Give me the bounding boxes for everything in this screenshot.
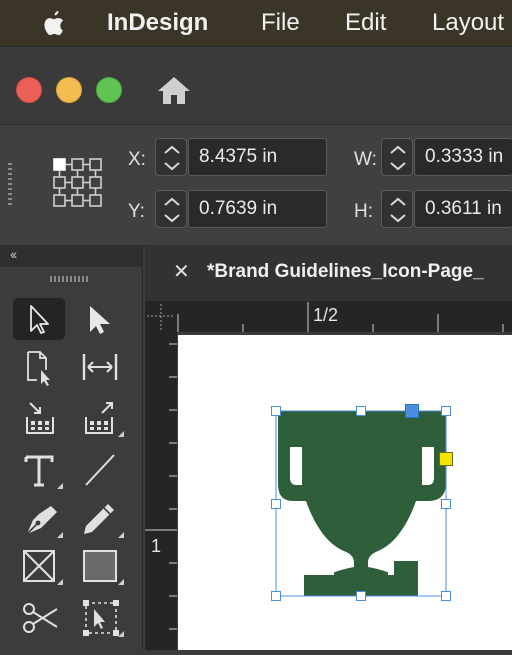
y-label: Y: [128, 201, 145, 222]
pencil-tool[interactable] [74, 498, 126, 540]
x-field[interactable]: 8.4375 in [188, 138, 327, 176]
tools-grip[interactable] [50, 276, 88, 282]
pen-tool[interactable] [13, 498, 65, 540]
handle-middle-left[interactable] [271, 499, 281, 509]
out-port-handle[interactable] [439, 452, 453, 466]
handle-bottom-center[interactable] [356, 591, 366, 601]
h-label: H: [354, 201, 373, 222]
gap-tool-icon [82, 354, 118, 380]
content-placer-tool[interactable] [74, 397, 126, 439]
tool-submenu-indicator [118, 579, 124, 585]
type-tool[interactable] [13, 449, 65, 491]
zoom-window-button[interactable] [96, 77, 122, 103]
y-stepper[interactable] [155, 190, 187, 228]
scissors-icon [23, 603, 58, 633]
direct-selection-arrow-icon [90, 306, 110, 334]
page-tool-icon [27, 351, 50, 386]
vertical-ruler-ticks [145, 343, 177, 630]
control-panel: X: 8.4375 in Y: 0.7639 in W: 0.3333 in H… [0, 124, 512, 246]
menu-edit[interactable]: Edit [345, 0, 386, 46]
content-collector-icon [26, 402, 54, 434]
tools-panel-header: ‹‹ [0, 245, 142, 267]
minimize-window-button[interactable] [56, 77, 82, 103]
y-field[interactable]: 0.7639 in [188, 190, 327, 228]
tool-submenu-indicator [57, 483, 63, 489]
h-stepper[interactable] [381, 190, 413, 228]
trophy-icon[interactable] [178, 335, 512, 650]
tool-submenu-indicator [118, 631, 124, 637]
tool-submenu-indicator [57, 532, 63, 538]
handle-top-right[interactable] [441, 406, 451, 416]
rectangle-tool[interactable] [74, 545, 126, 587]
line-tool-icon [85, 454, 115, 486]
handle-top-center[interactable] [356, 406, 366, 416]
w-label: W: [354, 149, 377, 170]
window-title-bar [0, 46, 512, 125]
close-window-button[interactable] [16, 77, 42, 103]
tools-panel: ‹‹ [0, 245, 143, 650]
tool-submenu-indicator [118, 532, 124, 538]
selection-arrow-icon [30, 305, 49, 334]
close-tab-icon[interactable]: ✕ [173, 259, 190, 284]
rectangle-frame-tool[interactable] [13, 545, 65, 587]
h-field[interactable]: 0.3611 in [414, 190, 512, 228]
horizontal-ruler[interactable]: 1/2 [145, 302, 512, 332]
selection-tool[interactable] [13, 298, 65, 340]
document-tab-title[interactable]: *Brand Guidelines_Icon-Page_ [207, 261, 484, 283]
menu-file[interactable]: File [261, 0, 300, 46]
content-collector-tool[interactable] [13, 397, 65, 439]
panel-grip[interactable] [8, 163, 12, 207]
menu-layout[interactable]: Layout [432, 0, 504, 46]
handle-middle-right[interactable] [441, 499, 451, 509]
x-stepper[interactable] [155, 138, 187, 176]
menu-bar: InDesign File Edit Layout [0, 0, 512, 46]
collapse-panel-icon[interactable]: ‹‹ [10, 246, 17, 262]
apple-icon[interactable] [38, 8, 68, 40]
handle-top-left[interactable] [271, 406, 281, 416]
app-menu[interactable]: InDesign [107, 0, 208, 46]
handle-bottom-left[interactable] [271, 591, 281, 601]
x-label: X: [128, 149, 146, 170]
handle-bottom-right[interactable] [441, 591, 451, 601]
document-tab-bar: ✕ *Brand Guidelines_Icon-Page_ [145, 245, 512, 302]
w-stepper[interactable] [381, 138, 413, 176]
page-tool[interactable] [13, 346, 65, 388]
ruler-label-one: 1 [151, 536, 162, 556]
free-transform-tool[interactable] [74, 597, 126, 639]
reference-point-icon[interactable] [52, 157, 104, 209]
direct-selection-tool[interactable] [74, 298, 126, 340]
scissors-tool[interactable] [13, 597, 65, 639]
gap-tool[interactable] [74, 346, 126, 388]
document-canvas[interactable] [178, 335, 512, 650]
ruler-label-half: 1/2 [313, 305, 339, 325]
tool-submenu-indicator [57, 579, 63, 585]
content-grabber-handle[interactable] [405, 404, 419, 418]
w-field[interactable]: 0.3333 in [414, 138, 512, 176]
tool-submenu-indicator [118, 431, 124, 437]
home-icon[interactable] [155, 75, 193, 107]
line-tool[interactable] [74, 449, 126, 491]
vertical-ruler[interactable]: 1 [145, 332, 177, 650]
